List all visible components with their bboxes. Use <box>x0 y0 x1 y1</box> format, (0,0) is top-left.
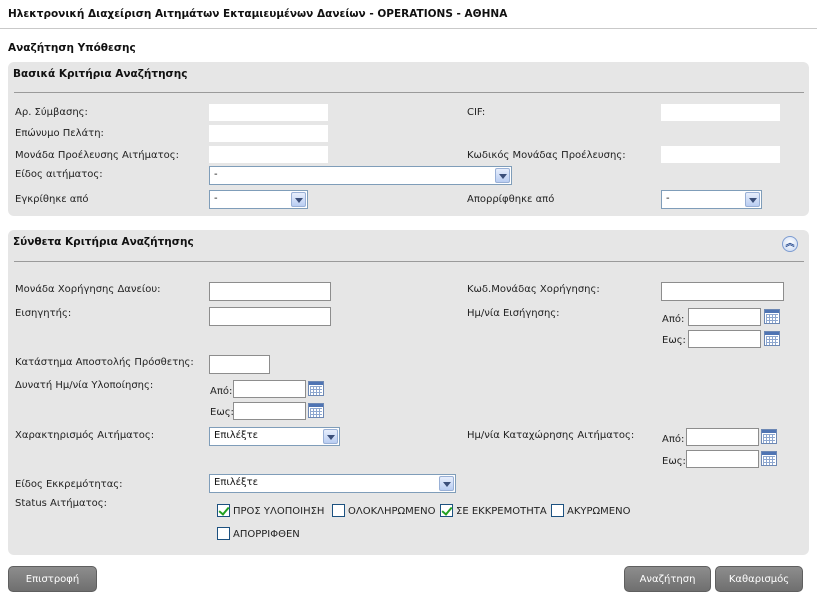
status-label-pending: ΣΕ ΕΚΚΡΕΜΟΤΗΤΑ <box>456 506 547 517</box>
granting-unit-label: Μονάδα Χορήγησης Δανείου: <box>15 284 161 295</box>
rapporteur-input[interactable] <box>209 307 331 326</box>
pending-type-label: Είδος Εκκρεμότητας: <box>15 479 123 490</box>
customer-surname-input[interactable] <box>209 125 328 142</box>
chevron-down-icon[interactable] <box>495 168 510 183</box>
branch-input[interactable] <box>209 355 270 374</box>
possible-date-from-label: Από: <box>210 386 233 397</box>
possible-date-to-input[interactable] <box>233 402 306 420</box>
contract-number-label: Αρ. Σύμβασης: <box>15 107 88 118</box>
status-label-cancelled: ΑΚΥΡΩΜΕΝΟ <box>567 506 631 517</box>
proposal-date-to-input[interactable] <box>688 330 761 348</box>
back-button[interactable]: Επιστροφή <box>8 566 97 592</box>
complex-criteria-panel: Σύνθετα Κριτήρια Αναζήτησης ︽ Μονάδα Χορ… <box>8 230 809 555</box>
proposal-date-to-label: Εως: <box>662 335 686 346</box>
approved-by-select[interactable]: - <box>209 190 308 209</box>
collapse-section-button[interactable]: ︽ <box>782 236 798 252</box>
proposal-date-from-input[interactable] <box>688 308 761 326</box>
rejected-by-value: - <box>666 193 670 204</box>
calendar-icon[interactable] <box>761 451 777 466</box>
granting-unit-input[interactable] <box>209 282 331 301</box>
status-label-rejected: ΑΠΟΡΡΙΦΘΕΝ <box>233 529 300 540</box>
pending-type-select[interactable]: Επιλέξτε <box>209 474 456 493</box>
possible-date-from-input[interactable] <box>233 380 306 398</box>
status-checkbox-completed[interactable] <box>332 504 345 517</box>
app-title: Ηλεκτρονική Διαχείριση Αιτημάτων Εκταμιε… <box>8 8 508 20</box>
status-checkbox-cancelled[interactable] <box>551 504 564 517</box>
granting-unit-code-label: Κωδ.Μονάδας Χορήγησης: <box>467 284 600 295</box>
basic-criteria-heading: Βασικά Κριτήρια Αναζήτησης <box>13 68 188 80</box>
status-checkbox-rejected[interactable] <box>217 527 230 540</box>
status-checkbox-pending[interactable] <box>440 504 453 517</box>
characterization-value: Επιλέξτε <box>214 430 259 441</box>
contract-number-input[interactable] <box>209 104 328 121</box>
request-type-select[interactable]: - <box>209 166 512 185</box>
approved-by-label: Εγκρίθηκε από <box>15 194 89 205</box>
origin-unit-input[interactable] <box>209 146 328 163</box>
registration-date-to-label: Εως: <box>662 456 686 467</box>
chevron-down-icon[interactable] <box>745 192 760 207</box>
calendar-icon[interactable] <box>308 381 324 396</box>
calendar-icon[interactable] <box>308 403 324 418</box>
characterization-label: Χαρακτηρισμός Αιτήματος: <box>15 430 155 441</box>
approved-by-value: - <box>214 193 218 204</box>
calendar-icon[interactable] <box>761 429 777 444</box>
pending-type-value: Επιλέξτε <box>214 477 259 488</box>
calendar-icon[interactable] <box>764 331 780 346</box>
registration-date-from-label: Από: <box>662 434 685 445</box>
basic-criteria-divider <box>14 92 804 93</box>
request-type-value: - <box>214 169 218 180</box>
rejected-by-select[interactable]: - <box>661 190 762 209</box>
possible-date-label: Δυνατή Ημ/νία Υλοποίησης: <box>15 380 154 391</box>
registration-date-label: Ημ/νία Καταχώρησης Αιτήματος: <box>467 430 635 441</box>
rejected-by-label: Απορρίφθηκε από <box>467 194 555 205</box>
status-label: Status Αιτήματος: <box>15 498 107 509</box>
branch-label: Κατάστημα Αποστολής Πρόσθετης: <box>15 357 194 368</box>
status-label-completed: ΟΛΟΚΛΗΡΩΜΕΝΟ <box>348 506 436 517</box>
origin-unit-label: Μονάδα Προέλευσης Αιτήματος: <box>15 150 179 161</box>
clear-button[interactable]: Καθαρισμός <box>715 566 803 592</box>
registration-date-to-input[interactable] <box>686 450 759 468</box>
proposal-date-label: Ημ/νία Εισήγησης: <box>467 308 560 319</box>
cif-input[interactable] <box>661 104 780 121</box>
search-button[interactable]: Αναζήτηση <box>624 566 711 592</box>
origin-unit-code-input[interactable] <box>661 146 780 163</box>
granting-unit-code-input[interactable] <box>661 282 784 301</box>
basic-criteria-panel: Βασικά Κριτήρια Αναζήτησης Αρ. Σύμβασης:… <box>8 62 809 216</box>
status-checkbox-to-implement[interactable] <box>217 504 230 517</box>
proposal-date-from-label: Από: <box>662 314 685 325</box>
chevron-down-icon[interactable] <box>439 476 454 491</box>
chevron-down-icon[interactable] <box>291 192 306 207</box>
cif-label: CIF: <box>467 107 486 118</box>
complex-criteria-divider <box>14 261 804 262</box>
origin-unit-code-label: Κωδικός Μονάδας Προέλευσης: <box>467 150 626 161</box>
complex-criteria-heading: Σύνθετα Κριτήρια Αναζήτησης <box>13 236 194 248</box>
double-chevron-up-icon: ︽ <box>785 239 795 249</box>
possible-date-to-label: Εως: <box>210 407 234 418</box>
title-divider <box>0 28 817 29</box>
status-label-to-implement: ΠΡΟΣ ΥΛΟΠΟΙΗΣΗ <box>233 506 325 517</box>
characterization-select[interactable]: Επιλέξτε <box>209 427 340 446</box>
request-type-label: Είδος αιτήματος: <box>15 169 103 180</box>
rapporteur-label: Εισηγητής: <box>15 308 72 319</box>
registration-date-from-input[interactable] <box>686 428 759 446</box>
calendar-icon[interactable] <box>764 309 780 324</box>
customer-surname-label: Επώνυμο Πελάτη: <box>15 128 104 139</box>
chevron-down-icon[interactable] <box>323 429 338 444</box>
page-title: Αναζήτηση Υπόθεσης <box>8 42 136 54</box>
